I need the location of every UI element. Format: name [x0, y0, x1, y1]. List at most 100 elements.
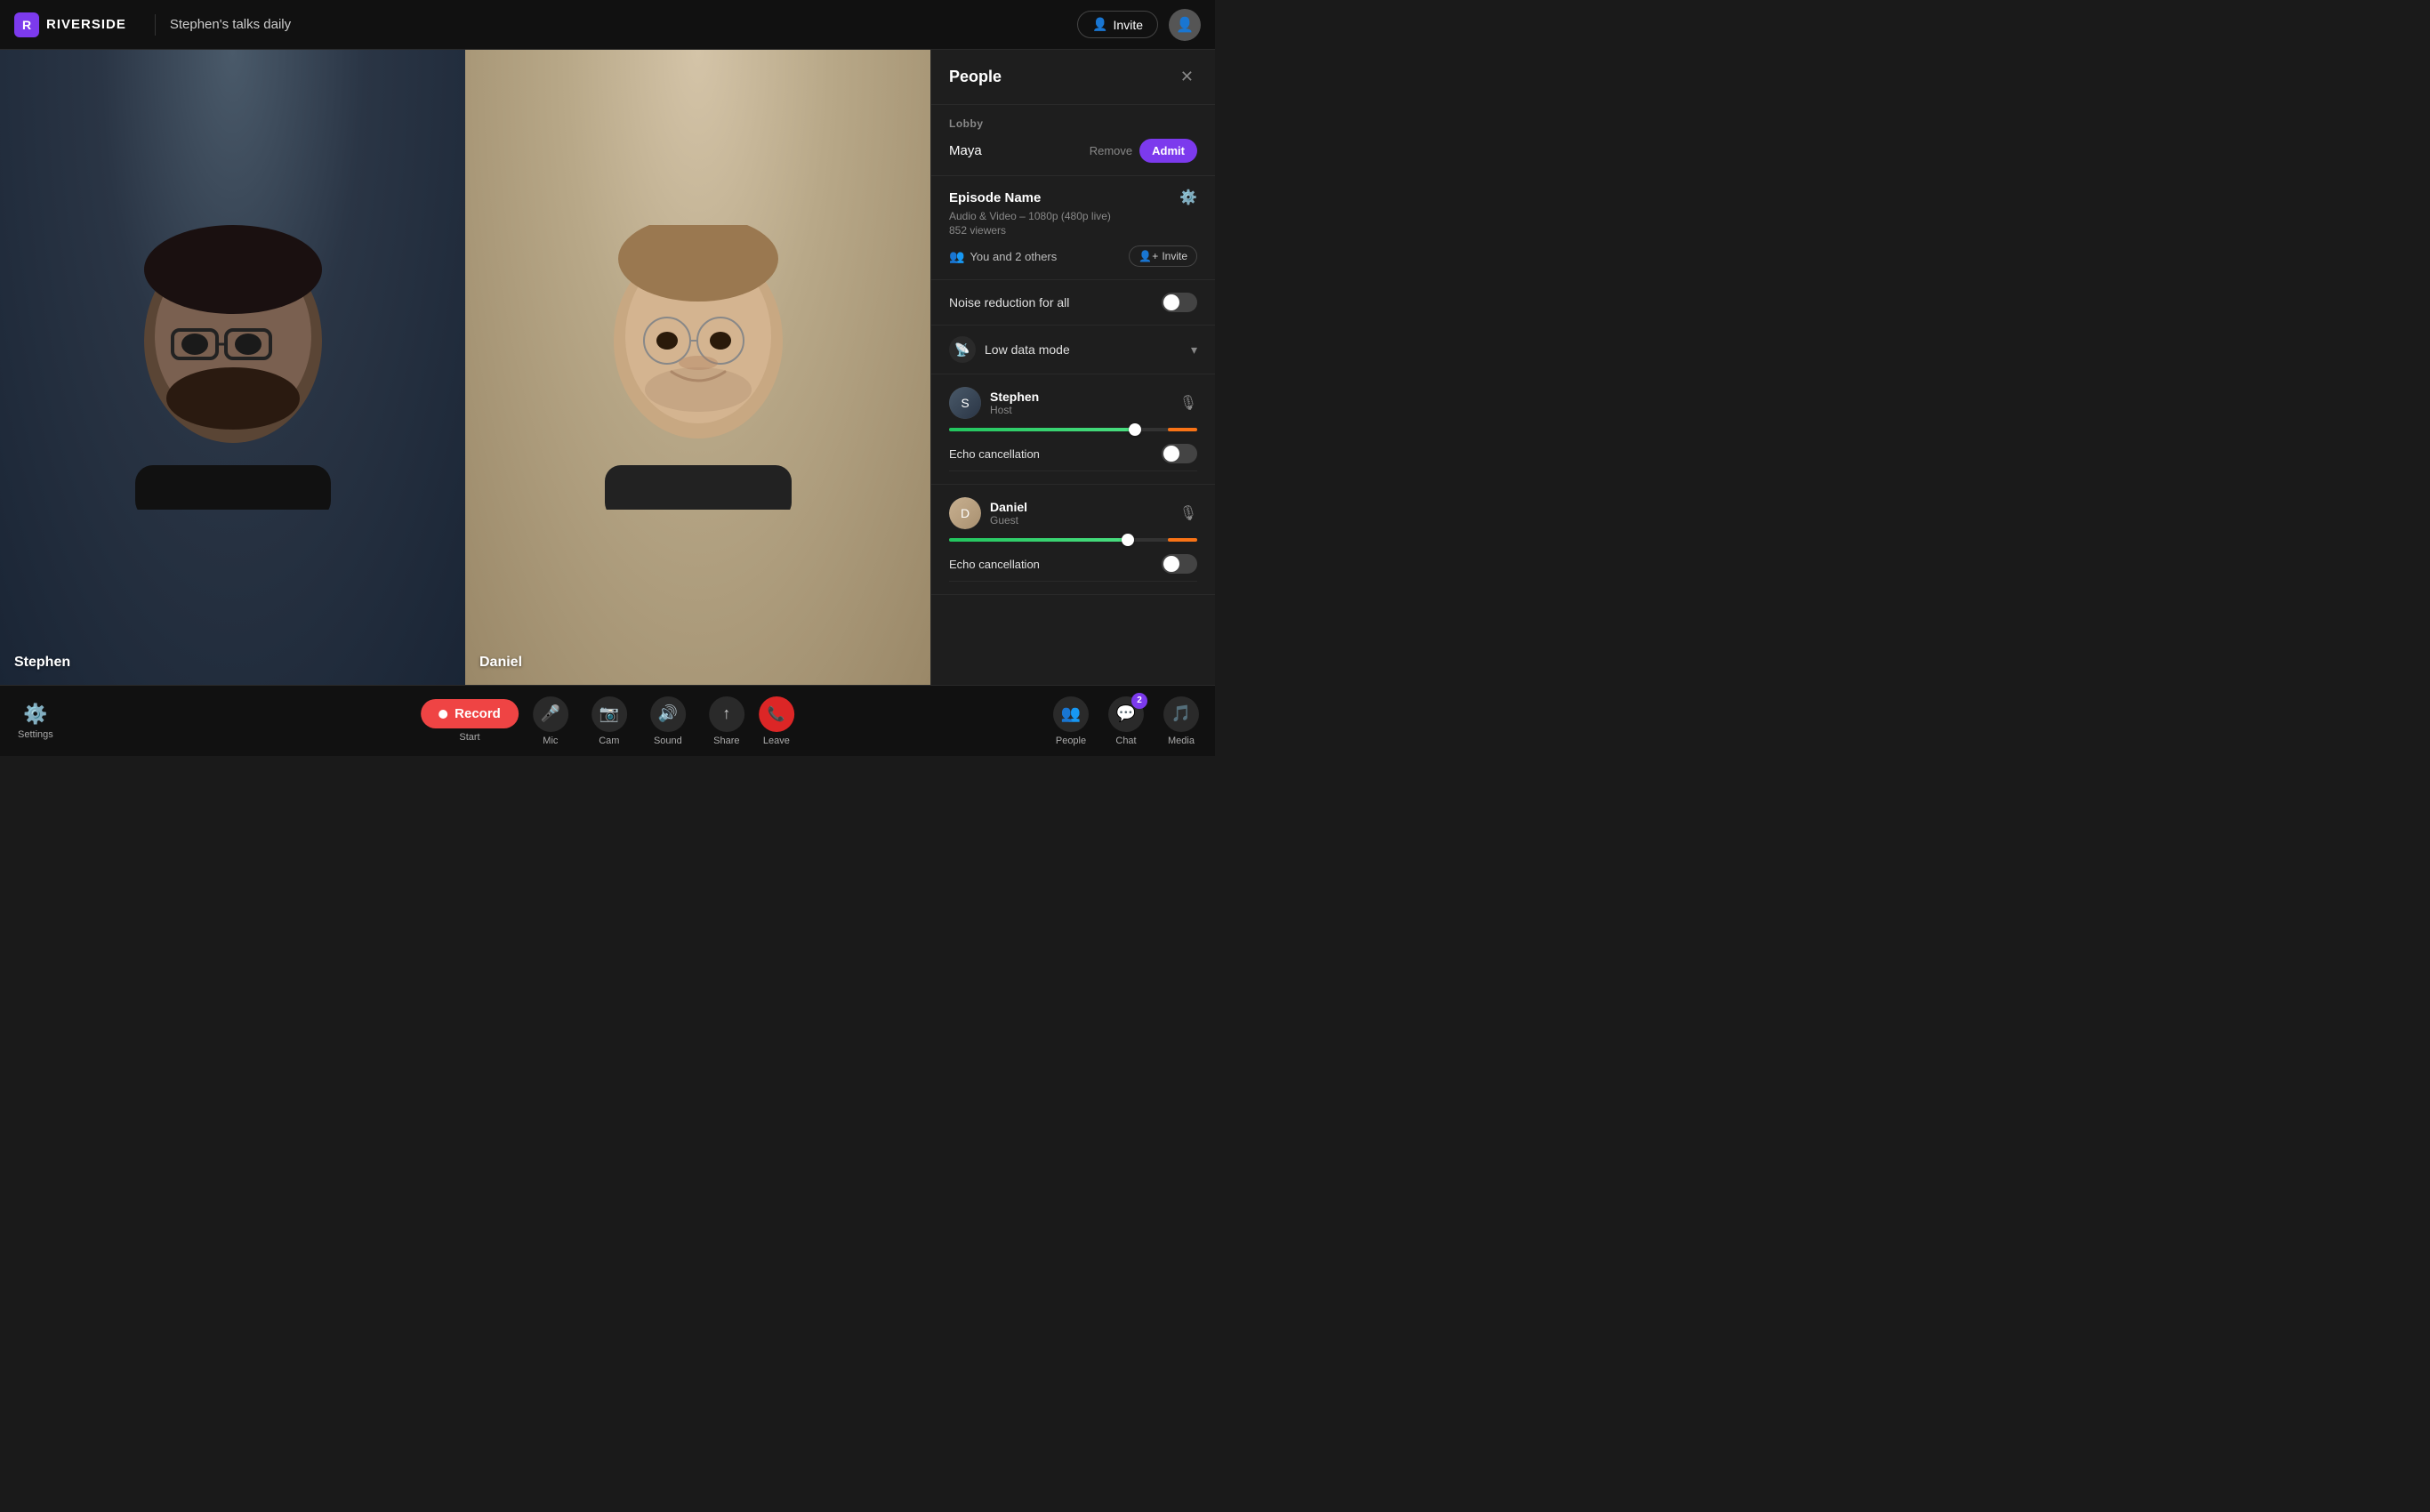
logo: R RIVERSIDE	[14, 12, 126, 37]
record-group: Record Start	[421, 699, 519, 743]
phone-icon: 📞	[768, 705, 785, 723]
lobby-user-name: Maya	[949, 143, 982, 158]
video-feed-daniel	[465, 50, 930, 685]
toolbar-right: 👥 People 💬 2 Chat 🎵 Media	[1044, 689, 1208, 753]
settings-button[interactable]: ⚙️ Settings	[7, 696, 64, 747]
chat-button[interactable]: 💬 2 Chat	[1099, 689, 1153, 753]
user-avatar[interactable]: 👤	[1169, 9, 1201, 41]
lobby-actions: Remove Admit	[1090, 139, 1197, 163]
chevron-down-icon: ▾	[1191, 342, 1197, 358]
record-dot	[439, 710, 447, 719]
sound-label: Sound	[654, 736, 682, 746]
share-button[interactable]: ↑ Share	[700, 689, 753, 753]
sound-icon: 🔊	[658, 704, 678, 723]
audio-track-daniel[interactable]	[949, 538, 1197, 542]
data-mode-icon: 📡	[949, 336, 976, 363]
people-button[interactable]: 👥 People	[1044, 689, 1098, 753]
stephen-participant-role: Host	[990, 404, 1171, 416]
cam-icon-container: 📷	[591, 696, 627, 732]
stephen-audio-bar	[949, 428, 1197, 431]
toolbar-center: Record Start 🎤 Mic 📷 Cam 🔊 Sound	[421, 689, 794, 753]
video-area: Stephen	[0, 50, 930, 685]
close-panel-button[interactable]: ✕	[1177, 64, 1197, 90]
people-icon-container: 👥	[1053, 696, 1089, 732]
leave-group: 📞 Leave	[759, 696, 794, 746]
stephen-mic-button[interactable]: 🎙	[1179, 394, 1197, 412]
daniel-echo-toggle[interactable]	[1162, 554, 1197, 574]
main-content: Stephen	[0, 50, 1215, 685]
mic-button[interactable]: 🎤 Mic	[524, 689, 577, 753]
close-icon: ✕	[1180, 68, 1194, 86]
invite-button[interactable]: 👤 Invite	[1077, 11, 1158, 38]
settings-label: Settings	[18, 729, 53, 740]
participants-count: You and 2 others	[970, 250, 1057, 263]
leave-button[interactable]: 📞	[759, 696, 794, 732]
media-button[interactable]: 🎵 Media	[1155, 689, 1208, 753]
invite-icon: 👤	[1092, 17, 1107, 32]
header: R RIVERSIDE Stephen's talks daily 👤 Invi…	[0, 0, 1215, 50]
sound-button[interactable]: 🔊 Sound	[641, 689, 695, 753]
media-label: Media	[1168, 736, 1195, 746]
audio-thumb-daniel[interactable]	[1122, 534, 1134, 546]
participant-info-stephen: Stephen Host	[990, 390, 1171, 416]
daniel-echo-row: Echo cancellation	[949, 547, 1197, 582]
people-label: People	[1056, 736, 1086, 746]
sound-icon-container: 🔊	[650, 696, 686, 732]
participants-info: 👥 You and 2 others	[949, 249, 1057, 264]
gear-icon[interactable]: ⚙️	[1179, 189, 1197, 206]
remove-button[interactable]: Remove	[1090, 144, 1132, 157]
header-actions: 👤 Invite 👤	[1077, 9, 1201, 41]
daniel-mic-button[interactable]: 🎙	[1179, 504, 1197, 522]
toggle-thumb-stephen-echo	[1163, 446, 1179, 462]
audio-fill-orange-stephen	[1168, 428, 1197, 431]
logo-text: RIVERSIDE	[46, 17, 126, 32]
cam-label: Cam	[599, 736, 619, 746]
participant-avatar-stephen: S	[949, 387, 981, 419]
panel-title: People	[949, 68, 1002, 86]
participant-header-daniel: D Daniel Guest 🎙	[949, 497, 1197, 529]
audio-fill-orange-daniel	[1168, 538, 1197, 542]
audio-thumb-stephen[interactable]	[1129, 423, 1141, 436]
mic-icon-container: 🎤	[533, 696, 568, 732]
toggle-thumb	[1163, 294, 1179, 310]
leave-label: Leave	[763, 736, 790, 746]
participant-card-stephen: S Stephen Host 🎙 Echo cancellation	[931, 374, 1215, 485]
participant-card-daniel: D Daniel Guest 🎙 Echo cancellation	[931, 485, 1215, 595]
stephen-echo-label: Echo cancellation	[949, 447, 1040, 461]
low-data-mode-row[interactable]: 📡 Low data mode ▾	[931, 326, 1215, 374]
start-label: Start	[459, 732, 479, 743]
audio-fill-green-daniel	[949, 538, 1128, 542]
episode-viewers: 852 viewers	[949, 224, 1197, 237]
people-icon: 👥	[1061, 704, 1081, 723]
invite-small-button[interactable]: 👤+ Invite	[1129, 245, 1197, 267]
record-button[interactable]: Record	[421, 699, 519, 728]
session-title: Stephen's talks daily	[170, 17, 1077, 32]
lobby-user: Maya Remove Admit	[949, 139, 1197, 163]
participants-icon: 👥	[949, 249, 964, 264]
chat-icon-container: 💬 2	[1108, 696, 1144, 732]
episode-header: Episode Name ⚙️	[949, 189, 1197, 206]
chat-icon: 💬	[1116, 704, 1136, 723]
daniel-name-label: Daniel	[479, 655, 522, 671]
episode-quality: Audio & Video – 1080p (480p live)	[949, 210, 1197, 222]
data-mode-left: 📡 Low data mode	[949, 336, 1070, 363]
avatar-icon: 👤	[1176, 16, 1194, 34]
stephen-echo-row: Echo cancellation	[949, 437, 1197, 471]
stephen-echo-toggle[interactable]	[1162, 444, 1197, 463]
noise-reduction-label: Noise reduction for all	[949, 295, 1069, 310]
data-mode-label: Low data mode	[985, 342, 1070, 357]
daniel-participant-name: Daniel	[990, 500, 1171, 514]
media-icon-container: 🎵	[1163, 696, 1199, 732]
participant-header-stephen: S Stephen Host 🎙	[949, 387, 1197, 419]
lobby-section: Lobby Maya Remove Admit	[931, 105, 1215, 176]
admit-button[interactable]: Admit	[1139, 139, 1197, 163]
cam-button[interactable]: 📷 Cam	[583, 689, 636, 753]
audio-track-stephen[interactable]	[949, 428, 1197, 431]
daniel-participant-role: Guest	[990, 514, 1171, 527]
daniel-echo-label: Echo cancellation	[949, 558, 1040, 571]
video-panel-right: Daniel	[465, 50, 930, 685]
toolbar: ⚙️ Settings Record Start 🎤 Mic 📷 Cam	[0, 685, 1215, 756]
noise-reduction-toggle[interactable]	[1162, 293, 1197, 312]
invite-small-icon: 👤+	[1139, 250, 1158, 262]
media-icon: 🎵	[1171, 704, 1191, 723]
